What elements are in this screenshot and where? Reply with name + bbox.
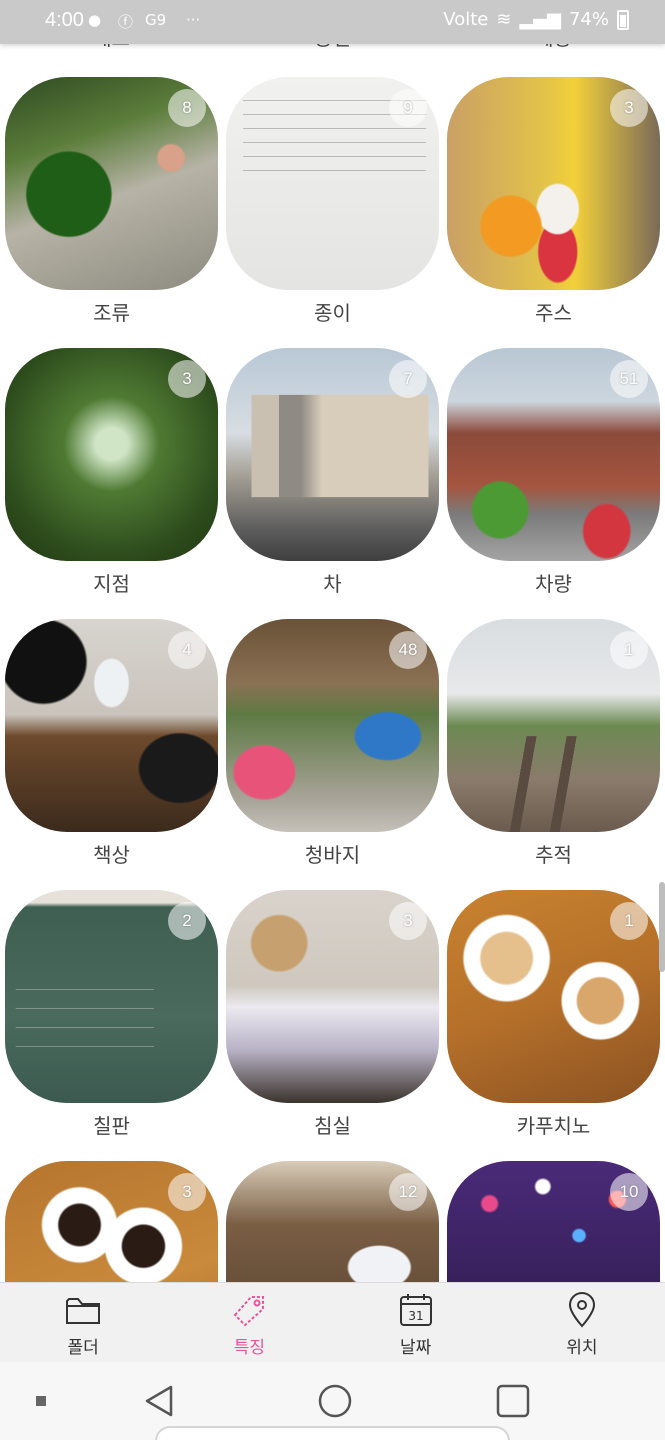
dot-icon[interactable] bbox=[36, 1396, 46, 1406]
location-pin-icon bbox=[568, 1292, 595, 1328]
category-label: 조류 bbox=[93, 301, 130, 325]
category-thumbnail[interactable]: 3 bbox=[5, 1161, 218, 1282]
category-thumbnail[interactable]: 9 bbox=[226, 77, 439, 290]
category-thumbnail[interactable]: 48 bbox=[226, 619, 439, 832]
battery-icon bbox=[617, 9, 629, 30]
more-dots-icon: ··· bbox=[186, 11, 201, 29]
category-thumbnail[interactable]: 2 bbox=[5, 890, 218, 1103]
calendar-day: 31 bbox=[408, 1309, 423, 1323]
category-thumbnail[interactable]: 3 bbox=[447, 77, 660, 290]
category-label: 추적 bbox=[535, 843, 572, 867]
category-label: 차 bbox=[323, 572, 342, 596]
tab-label: 폴더 bbox=[67, 1338, 99, 1358]
category-label: 지점 bbox=[93, 572, 130, 596]
category-label: 차량 bbox=[535, 572, 572, 596]
photo-count-badge: 7 bbox=[389, 360, 427, 398]
battery-percent: 74% bbox=[568, 9, 609, 30]
photo-count-badge: 48 bbox=[389, 631, 427, 669]
category-label: 채소 bbox=[5, 44, 218, 51]
category-label: 공연 bbox=[226, 44, 439, 51]
category-thumbnail[interactable]: 8 bbox=[5, 77, 218, 290]
category-label: 침실 bbox=[314, 1114, 351, 1138]
category-label: 주스 bbox=[535, 301, 572, 325]
folder-icon bbox=[66, 1298, 101, 1324]
scrollbar[interactable] bbox=[659, 882, 665, 972]
photo-count-badge: 10 bbox=[610, 1173, 648, 1211]
category-thumbnail[interactable]: 7 bbox=[226, 348, 439, 561]
category-label: 청바지 bbox=[304, 843, 361, 867]
category-label: 칠판 bbox=[93, 1114, 130, 1138]
category-thumbnail[interactable]: 3 bbox=[226, 890, 439, 1103]
back-icon[interactable] bbox=[143, 1384, 175, 1418]
tab-label: 위치 bbox=[566, 1338, 598, 1358]
facebook-icon: ⓕ bbox=[118, 13, 134, 31]
photo-count-badge: 1 bbox=[610, 631, 648, 669]
tab-date[interactable]: 31 날짜 bbox=[333, 1283, 499, 1362]
tag-icon bbox=[234, 1296, 265, 1327]
tab-location[interactable]: 위치 bbox=[499, 1283, 665, 1362]
category-thumbnail[interactable]: 3 bbox=[5, 348, 218, 561]
feature-grid: 채소 공연 제왕 8 조류 9 종이 3 주스 3 bbox=[0, 44, 665, 1282]
g9-icon: G9 bbox=[145, 11, 167, 29]
category-label: 종이 bbox=[314, 301, 351, 325]
gesture-handle[interactable] bbox=[155, 1426, 510, 1440]
status-bar: 4:00 ● ⓕ G9 ··· Volte ≋ ▂▄▆ 74% bbox=[0, 0, 665, 44]
photo-count-badge: 2 bbox=[168, 902, 206, 940]
photo-count-badge: 12 bbox=[389, 1173, 427, 1211]
photo-count-badge: 3 bbox=[610, 89, 648, 127]
category-thumbnail[interactable]: 1 bbox=[447, 619, 660, 832]
category-thumbnail[interactable]: 12 bbox=[226, 1161, 439, 1282]
category-label: 책상 bbox=[93, 843, 130, 867]
photo-count-badge: 1 bbox=[610, 902, 648, 940]
photo-count-badge: 3 bbox=[168, 360, 206, 398]
category-label: 카푸치노 bbox=[516, 1114, 591, 1138]
bottom-tab-bar: 폴더 특징 31 날짜 위치 bbox=[0, 1282, 665, 1362]
category-thumbnail[interactable]: 10 bbox=[447, 1161, 660, 1282]
photo-count-badge: 51 bbox=[610, 360, 648, 398]
tab-label: 날짜 bbox=[399, 1338, 432, 1358]
tab-label: 특징 bbox=[233, 1338, 266, 1358]
photo-count-badge: 4 bbox=[168, 631, 206, 669]
status-time: 4:00 bbox=[45, 9, 84, 31]
calendar-icon: 31 bbox=[399, 1294, 432, 1326]
volte-icon: Volte bbox=[443, 9, 489, 30]
signal-icon: ▂▄▆ bbox=[519, 9, 561, 30]
tab-folder[interactable]: 폴더 bbox=[0, 1283, 166, 1362]
wifi-icon: ≋ bbox=[496, 9, 512, 30]
tab-features[interactable]: 특징 bbox=[166, 1283, 332, 1362]
photo-count-badge: 9 bbox=[389, 89, 427, 127]
category-thumbnail[interactable]: 1 bbox=[447, 890, 660, 1103]
photo-count-badge: 3 bbox=[168, 1173, 206, 1211]
home-icon[interactable] bbox=[318, 1384, 352, 1418]
category-label: 제왕 bbox=[447, 44, 660, 51]
recents-icon[interactable] bbox=[496, 1384, 530, 1418]
category-thumbnail[interactable]: 51 bbox=[447, 348, 660, 561]
photo-count-badge: 3 bbox=[389, 902, 427, 940]
tmon-icon: ● bbox=[88, 11, 102, 29]
photo-count-badge: 8 bbox=[168, 89, 206, 127]
category-thumbnail[interactable]: 4 bbox=[5, 619, 218, 832]
